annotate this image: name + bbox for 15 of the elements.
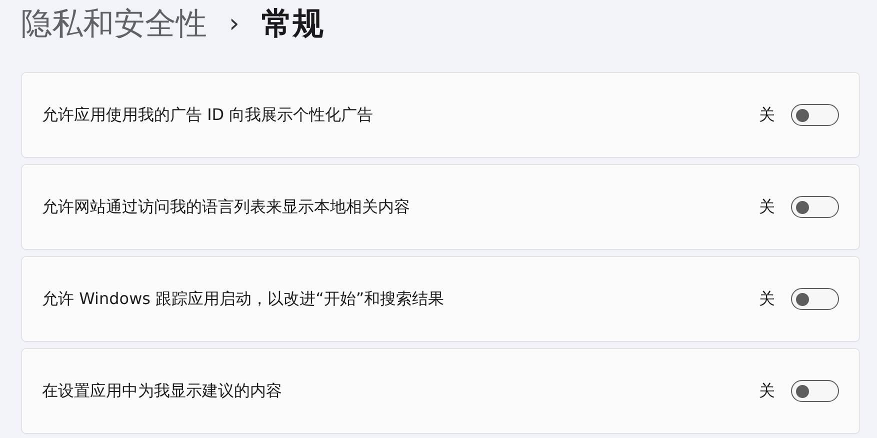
toggle-switch[interactable] xyxy=(791,288,839,310)
toggle-state-label: 关 xyxy=(759,380,775,402)
toggle-state-label: 关 xyxy=(759,196,775,218)
chevron-separator: › xyxy=(229,9,240,39)
setting-label: 允许网站通过访问我的语言列表来显示本地相关内容 xyxy=(42,196,411,218)
page-title: 常规 xyxy=(261,5,324,44)
toggle-state-label: 关 xyxy=(759,288,775,310)
toggle-switch[interactable] xyxy=(791,196,839,218)
toggle-switch[interactable] xyxy=(791,104,839,126)
toggle-switch[interactable] xyxy=(791,380,839,402)
setting-label: 在设置应用中为我显示建议的内容 xyxy=(42,380,283,402)
setting-label: 允许应用使用我的广告 ID 向我展示个性化广告 xyxy=(42,104,374,126)
setting-label: 允许 Windows 跟踪应用启动，以改进“开始”和搜索结果 xyxy=(42,288,446,310)
breadcrumb-parent[interactable]: 隐私和安全性 xyxy=(21,3,207,45)
toggle-state-label: 关 xyxy=(759,104,775,126)
